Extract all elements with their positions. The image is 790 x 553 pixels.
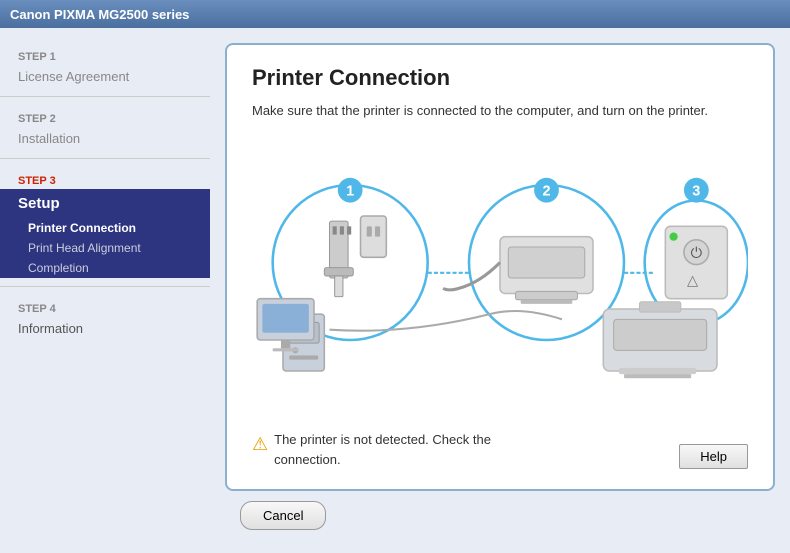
svg-text:⏻: ⏻ bbox=[691, 245, 702, 261]
step2-label: STEP 2 bbox=[0, 105, 210, 127]
content-box: Printer Connection Make sure that the pr… bbox=[225, 43, 775, 491]
content-area: Printer Connection Make sure that the pr… bbox=[210, 28, 790, 553]
title-bar-label: Canon PIXMA MG2500 series bbox=[10, 7, 189, 22]
warning-text-content: The printer is not detected. Check the c… bbox=[274, 430, 552, 469]
help-button[interactable]: Help bbox=[679, 444, 748, 469]
sidebar-item-installation: Installation bbox=[0, 127, 210, 150]
svg-text:3: 3 bbox=[692, 183, 700, 199]
page-title: Printer Connection bbox=[252, 65, 748, 91]
sidebar-item-setup: Setup bbox=[0, 189, 210, 218]
cancel-area: Cancel bbox=[225, 491, 775, 538]
step3-sub-items: Printer Connection Print Head Alignment … bbox=[0, 218, 210, 278]
bottom-section: ⚠ The printer is not detected. Check the… bbox=[252, 430, 748, 469]
cancel-button[interactable]: Cancel bbox=[240, 501, 326, 530]
separator-3 bbox=[0, 286, 210, 287]
connection-diagram: 1 2 bbox=[252, 168, 748, 388]
step4-label: STEP 4 bbox=[0, 295, 210, 317]
sidebar-subitem-completion[interactable]: Completion bbox=[0, 258, 210, 278]
sidebar-subitem-print-head[interactable]: Print Head Alignment bbox=[0, 238, 210, 258]
sidebar-item-information: Information bbox=[0, 317, 210, 340]
step3-label: STEP 3 bbox=[0, 167, 210, 189]
svg-text:△: △ bbox=[687, 273, 698, 289]
separator-1 bbox=[0, 96, 210, 97]
sidebar-subitem-printer-connection[interactable]: Printer Connection bbox=[0, 218, 210, 238]
svg-text:1: 1 bbox=[346, 183, 354, 199]
diagram-area: 1 2 bbox=[252, 136, 748, 421]
title-bar: Canon PIXMA MG2500 series bbox=[0, 0, 790, 28]
separator-2 bbox=[0, 158, 210, 159]
warning-message: ⚠ The printer is not detected. Check the… bbox=[252, 430, 552, 469]
content-description: Make sure that the printer is connected … bbox=[252, 101, 748, 121]
warning-icon: ⚠ bbox=[252, 431, 268, 458]
sidebar-item-license: License Agreement bbox=[0, 65, 210, 88]
svg-text:2: 2 bbox=[542, 183, 550, 199]
sidebar: STEP 1 License Agreement STEP 2 Installa… bbox=[0, 28, 210, 553]
step1-label: STEP 1 bbox=[0, 43, 210, 65]
